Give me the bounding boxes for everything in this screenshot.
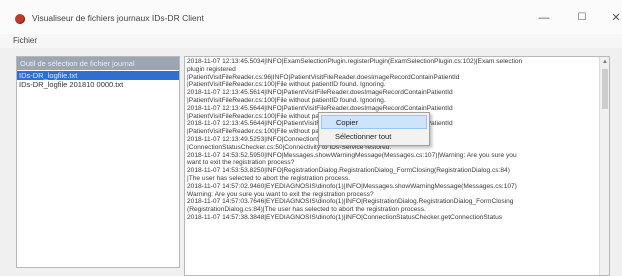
context-menu-copy[interactable]: Copier <box>321 115 427 129</box>
log-line: |PatientVisitFileReader.cs:96|INFO|Patie… <box>187 73 460 81</box>
file-selector-panel: Outil de sélection de fichier journal ID… <box>16 56 180 268</box>
log-content-panel[interactable]: 2018-11-07 12:13:45.5034|INFO|ExamSelect… <box>184 56 610 276</box>
log-line: 2018-11-07 14:57:03.7646|EYEDIAGNOSIS\di… <box>187 198 514 206</box>
log-line: 2018-11-07 14:53:52.5950|INFO|Messages.s… <box>187 151 517 159</box>
log-line: 2018-11-07 14:53:53.8250|INFO|Registrati… <box>187 167 510 175</box>
menu-file[interactable]: Fichier <box>13 36 37 45</box>
log-line: 2018-11-07 14:57:02.9460|EYEDIAGNOSIS\di… <box>187 182 517 190</box>
context-menu: Copier Sélectionner tout <box>318 112 430 146</box>
log-viewer-window: Visualiseur de fichiers journaux IDs-DR … <box>0 0 622 276</box>
app-icon <box>15 14 25 24</box>
close-button[interactable]: ✕ <box>604 9 622 27</box>
log-line: |The user has selected to abort the regi… <box>187 174 350 182</box>
log-line: |PatientVisitFileReader.cs:100|File with… <box>187 96 386 104</box>
log-line: want to exit the registration process? <box>187 159 295 167</box>
log-line: 2018-11-07 12:13:45.5614|INFO|PatientVis… <box>187 89 453 97</box>
title-bar: Visualiseur de fichiers journaux IDs-DR … <box>0 0 622 34</box>
scroll-thumb[interactable] <box>602 69 608 109</box>
log-line: Warning: Are you sure you want to exit t… <box>187 190 374 198</box>
list-item-logfile[interactable]: IDs-DR_logfile.txt <box>17 71 179 80</box>
maximize-button[interactable]: ☐ <box>570 9 594 27</box>
menu-bar: Fichier <box>0 34 622 48</box>
minimize-button[interactable]: — <box>532 9 556 27</box>
log-line: plugin registered <box>187 65 236 73</box>
list-item-logfile-archive[interactable]: IDs-DR_logfile 201810 0000.txt <box>17 80 179 89</box>
vertical-scrollbar[interactable]: ▲ <box>599 57 609 275</box>
log-line: 2018-11-07 12:13:45.5034|INFO|ExamSelect… <box>187 58 523 65</box>
context-menu-select-all[interactable]: Sélectionner tout <box>321 130 427 144</box>
file-list: IDs-DR_logfile.txt IDs-DR_logfile 201810… <box>17 71 179 89</box>
scroll-up-icon[interactable]: ▲ <box>601 58 609 66</box>
window-title: Visualiseur de fichiers journaux IDs-DR … <box>32 13 204 23</box>
log-line: (RegistrationDialog.cs:84)|The user has … <box>187 206 426 214</box>
log-line: 2018-11-07 14:57:38.3848|EYEDIAGNOSIS\di… <box>187 213 503 221</box>
log-line: |PatientVisitFileReader.cs:100|File with… <box>187 81 386 89</box>
file-selector-header: Outil de sélection de fichier journal <box>17 57 179 70</box>
